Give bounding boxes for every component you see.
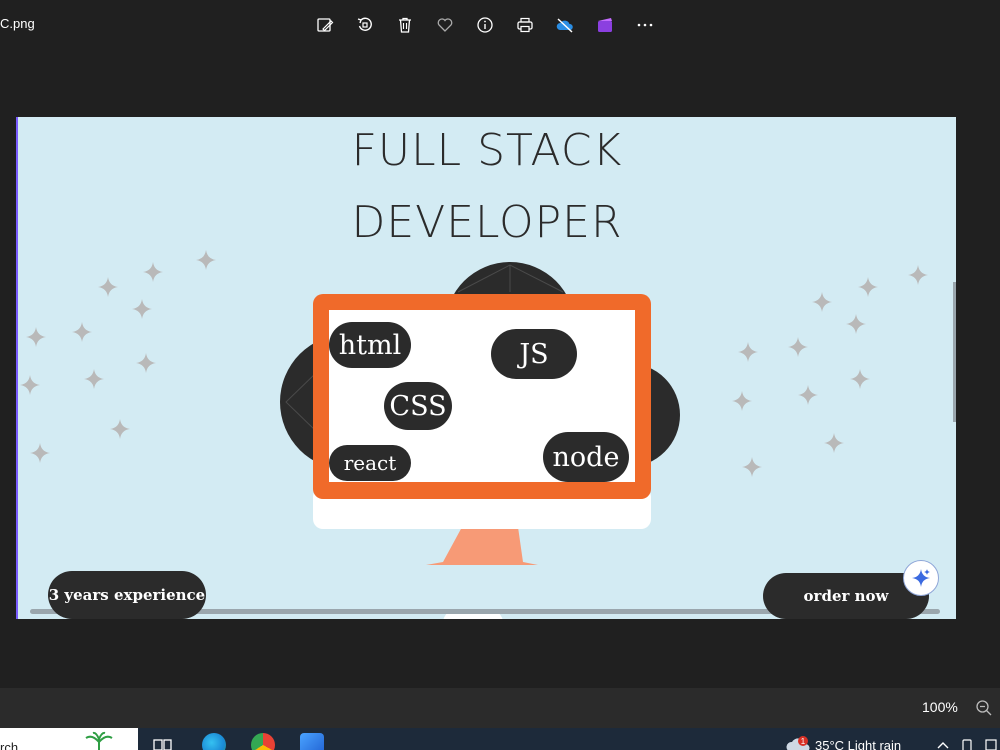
search-text: rch (0, 740, 19, 750)
favorite-icon (437, 18, 453, 32)
onedrive-icon (556, 18, 573, 33)
copilot-button[interactable] (903, 560, 939, 596)
file-name: C.png (0, 16, 35, 31)
delete-icon (399, 17, 411, 33)
info-icon (477, 17, 493, 33)
sparkles-left (20, 250, 216, 463)
taskbar: rch 1 35°C Light rain (0, 728, 1000, 750)
chip-js: JS (491, 329, 577, 379)
print-button[interactable] (505, 6, 545, 44)
illustration (20, 250, 928, 565)
network-icon[interactable] (984, 738, 998, 750)
notification-count: 1 (801, 737, 806, 746)
onedrive-button[interactable] (545, 6, 585, 44)
taskbar-search[interactable]: rch (0, 728, 138, 750)
experience-badge: 3 years experience (48, 571, 206, 619)
task-view-icon[interactable] (153, 738, 173, 750)
rotate-icon (357, 17, 372, 31)
more-options-button[interactable] (625, 6, 665, 44)
delete-button[interactable] (385, 6, 425, 44)
chip-react: react (329, 445, 411, 481)
chip-html: html (329, 322, 411, 368)
chip-node: node (543, 432, 629, 482)
title-bar: C.png (0, 0, 1000, 50)
chevron-up-icon[interactable] (936, 740, 950, 750)
chip-css: CSS (384, 382, 452, 430)
edit-image-button[interactable] (305, 6, 345, 44)
photos-icon[interactable] (300, 733, 324, 750)
clipchamp-button[interactable] (585, 6, 625, 44)
displayed-image: FULL STACK DEVELOPER html JS CSS react n… (16, 117, 956, 619)
photo-toolbar (305, 5, 665, 45)
vertical-scrollbar[interactable] (953, 282, 956, 422)
rotate-button[interactable] (345, 6, 385, 44)
monitor-stand (426, 527, 538, 565)
print-icon (517, 17, 533, 33)
favorite-button[interactable] (425, 6, 465, 44)
info-button[interactable] (465, 6, 505, 44)
zoom-level[interactable]: 100% (922, 699, 958, 715)
plant-icon (85, 731, 113, 750)
edge-icon[interactable] (202, 733, 226, 750)
weather-cloud-icon: 1 (786, 736, 810, 750)
sparkle-icon (912, 569, 930, 587)
clipchamp-icon (598, 18, 612, 32)
chrome-icon[interactable] (251, 733, 275, 750)
device-icon[interactable] (960, 738, 974, 750)
sparkles-right (732, 265, 928, 477)
zoom-out-icon[interactable] (975, 699, 993, 717)
edit-image-icon (317, 18, 334, 32)
more-icon (637, 23, 653, 27)
status-bar: 100% (0, 688, 1000, 728)
weather-status[interactable]: 35°C Light rain (815, 738, 901, 750)
